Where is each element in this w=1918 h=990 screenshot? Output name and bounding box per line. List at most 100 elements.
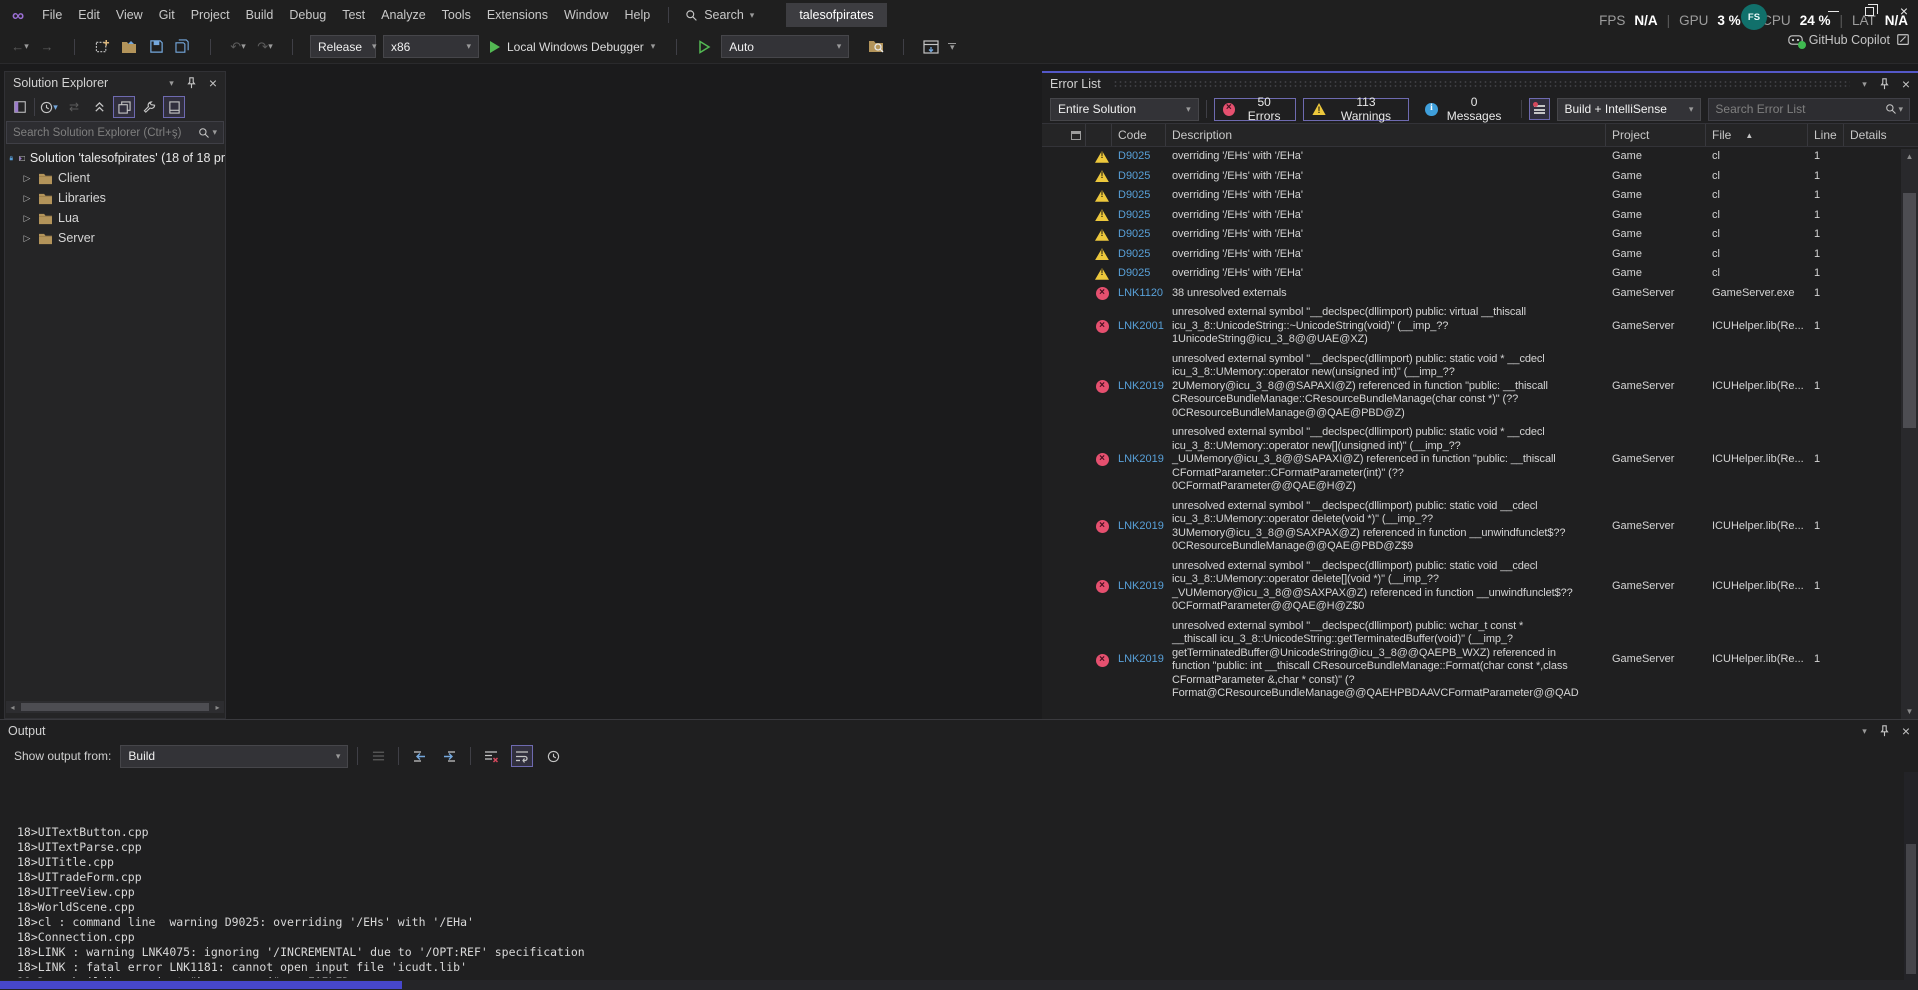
- menu-item[interactable]: Help: [616, 4, 658, 26]
- error-code-link[interactable]: LNK2001: [1112, 320, 1166, 334]
- error-code-link[interactable]: LNK2019: [1112, 453, 1166, 467]
- pending-changes-filter-icon[interactable]: ▾: [38, 96, 60, 118]
- open-folder-icon[interactable]: [119, 35, 139, 59]
- menu-item[interactable]: Edit: [70, 4, 108, 26]
- window-title[interactable]: talesofpirates: [786, 3, 886, 27]
- redo-icon[interactable]: ↷▾: [255, 35, 275, 59]
- error-row[interactable]: LNK2019 unresolved external symbol "__de…: [1042, 423, 1918, 497]
- pin-icon[interactable]: [1879, 78, 1890, 90]
- start-debugging-button[interactable]: Local Windows Debugger ▾: [486, 40, 659, 54]
- menu-item[interactable]: Project: [183, 4, 238, 26]
- word-wrap-icon[interactable]: [511, 745, 533, 767]
- tree-item-folder[interactable]: ▷ Server: [5, 228, 225, 248]
- goto-message-icon[interactable]: [367, 745, 389, 767]
- warnings-filter-button[interactable]: 113 Warnings: [1303, 98, 1409, 121]
- new-project-icon[interactable]: [92, 35, 112, 59]
- solution-explorer-titlebar[interactable]: Solution Explorer ▾ ×: [5, 72, 225, 94]
- header-file[interactable]: File▲: [1706, 124, 1808, 146]
- error-row[interactable]: LNK2019 unresolved external symbol "__de…: [1042, 497, 1918, 557]
- error-row[interactable]: D9025 overriding '/EHs' with '/EHa' Game…: [1042, 245, 1918, 265]
- scroll-up-icon[interactable]: ▲: [1901, 152, 1918, 161]
- error-row[interactable]: D9025 overriding '/EHs' with '/EHa' Game…: [1042, 167, 1918, 187]
- navigate-back-icon[interactable]: ←▾: [10, 35, 30, 59]
- configuration-dropdown[interactable]: Release▾: [310, 35, 376, 58]
- error-row[interactable]: D9025 overriding '/EHs' with '/EHa' Game…: [1042, 225, 1918, 245]
- properties-wrench-icon[interactable]: [138, 96, 160, 118]
- error-code-link[interactable]: D9025: [1112, 228, 1166, 242]
- sync-with-active-document-icon[interactable]: ⇄: [63, 96, 85, 118]
- output-source-dropdown[interactable]: Build▾: [120, 745, 348, 768]
- next-message-icon[interactable]: [439, 745, 461, 767]
- source-filter-dropdown[interactable]: Build + IntelliSense▾: [1557, 98, 1702, 121]
- scrollbar-thumb[interactable]: [0, 981, 402, 989]
- menu-item[interactable]: Analyze: [373, 4, 433, 26]
- header-details[interactable]: Details: [1844, 124, 1896, 146]
- error-code-link[interactable]: LNK2019: [1112, 580, 1166, 594]
- expander-icon[interactable]: ▷: [21, 233, 33, 244]
- horizontal-scrollbar[interactable]: ◂ ▸: [6, 701, 224, 713]
- close-icon[interactable]: ×: [1902, 78, 1910, 90]
- menu-item[interactable]: Window: [556, 4, 616, 26]
- error-row[interactable]: D9025 overriding '/EHs' with '/EHa' Game…: [1042, 186, 1918, 206]
- clear-all-icon[interactable]: [480, 745, 502, 767]
- save-all-icon[interactable]: [173, 35, 193, 59]
- close-icon[interactable]: ×: [1902, 725, 1910, 737]
- platform-dropdown[interactable]: x86▾: [383, 35, 479, 58]
- header-description[interactable]: Description: [1166, 124, 1606, 146]
- menu-item[interactable]: Extensions: [479, 4, 556, 26]
- timestamp-clock-icon[interactable]: [542, 745, 564, 767]
- fs-overlay-badge[interactable]: FS: [1741, 4, 1767, 30]
- error-row[interactable]: LNK2019 unresolved external symbol "__de…: [1042, 557, 1918, 617]
- output-titlebar[interactable]: Output ▾ ×: [0, 720, 1918, 742]
- error-code-link[interactable]: D9025: [1112, 170, 1166, 184]
- scroll-left-icon[interactable]: ◂: [6, 703, 19, 712]
- error-code-link[interactable]: D9025: [1112, 189, 1166, 203]
- error-code-link[interactable]: LNK2019: [1112, 653, 1166, 667]
- show-all-files-icon[interactable]: [113, 96, 135, 118]
- error-row[interactable]: LNK2001 unresolved external symbol "__de…: [1042, 303, 1918, 350]
- menu-item[interactable]: View: [108, 4, 151, 26]
- vertical-scrollbar[interactable]: [1904, 772, 1918, 980]
- close-icon[interactable]: ×: [209, 77, 217, 89]
- error-code-link[interactable]: LNK1120: [1112, 287, 1166, 301]
- error-code-link[interactable]: D9025: [1112, 267, 1166, 281]
- error-code-link[interactable]: D9025: [1112, 209, 1166, 223]
- error-row[interactable]: D9025 overriding '/EHs' with '/EHa' Game…: [1042, 264, 1918, 284]
- tree-item-folder[interactable]: ▷ Client: [5, 168, 225, 188]
- messages-filter-button[interactable]: 0 Messages: [1416, 98, 1513, 121]
- header-project[interactable]: Project: [1606, 124, 1706, 146]
- filter-icon[interactable]: [1529, 98, 1550, 120]
- attach-mode-dropdown[interactable]: Auto▾: [721, 35, 849, 58]
- navigate-forward-icon[interactable]: →: [37, 35, 57, 59]
- error-row[interactable]: LNK2019 unresolved external symbol "__de…: [1042, 350, 1918, 424]
- scope-dropdown[interactable]: Entire Solution▾: [1050, 98, 1199, 121]
- error-code-link[interactable]: LNK2019: [1112, 520, 1166, 534]
- error-row[interactable]: D9025 overriding '/EHs' with '/EHa' Game…: [1042, 147, 1918, 167]
- output-log[interactable]: 18>UITextButton.cpp18>UITextParse.cpp18>…: [17, 780, 1898, 978]
- error-code-link[interactable]: D9025: [1112, 150, 1166, 164]
- window-position-icon[interactable]: ▾: [169, 78, 174, 89]
- collapse-all-icon[interactable]: [88, 96, 110, 118]
- minimize-button[interactable]: [1828, 11, 1839, 12]
- error-list-search-input[interactable]: Search Error List ▾: [1708, 98, 1910, 121]
- feedback-icon[interactable]: [1896, 33, 1910, 47]
- window-layout-icon[interactable]: [921, 35, 941, 59]
- menu-item[interactable]: Debug: [281, 4, 334, 26]
- solution-explorer-search-input[interactable]: Search Solution Explorer (Ctrl+ş) ▾: [6, 121, 224, 144]
- menu-item[interactable]: Git: [151, 4, 183, 26]
- error-code-link[interactable]: LNK2019: [1112, 380, 1166, 394]
- solution-root-node[interactable]: Solution 'talesofpirates' (18 of 18 pr: [5, 148, 225, 168]
- scrollbar-thumb[interactable]: [1903, 193, 1916, 428]
- scroll-down-icon[interactable]: ▼: [1901, 707, 1918, 716]
- scrollbar-thumb[interactable]: [1906, 844, 1916, 974]
- horizontal-scrollbar[interactable]: [0, 980, 1918, 990]
- find-in-files-icon[interactable]: [866, 35, 886, 59]
- toolbar-overflow-icon[interactable]: ▾: [948, 43, 956, 50]
- errors-filter-button[interactable]: 50 Errors: [1214, 98, 1297, 121]
- search-control[interactable]: Search ▾: [679, 8, 760, 22]
- scroll-right-icon[interactable]: ▸: [211, 703, 224, 712]
- save-icon[interactable]: [146, 35, 166, 59]
- pin-icon[interactable]: [1879, 725, 1890, 737]
- window-position-icon[interactable]: ▾: [1862, 79, 1867, 90]
- menu-item[interactable]: Tools: [434, 4, 479, 26]
